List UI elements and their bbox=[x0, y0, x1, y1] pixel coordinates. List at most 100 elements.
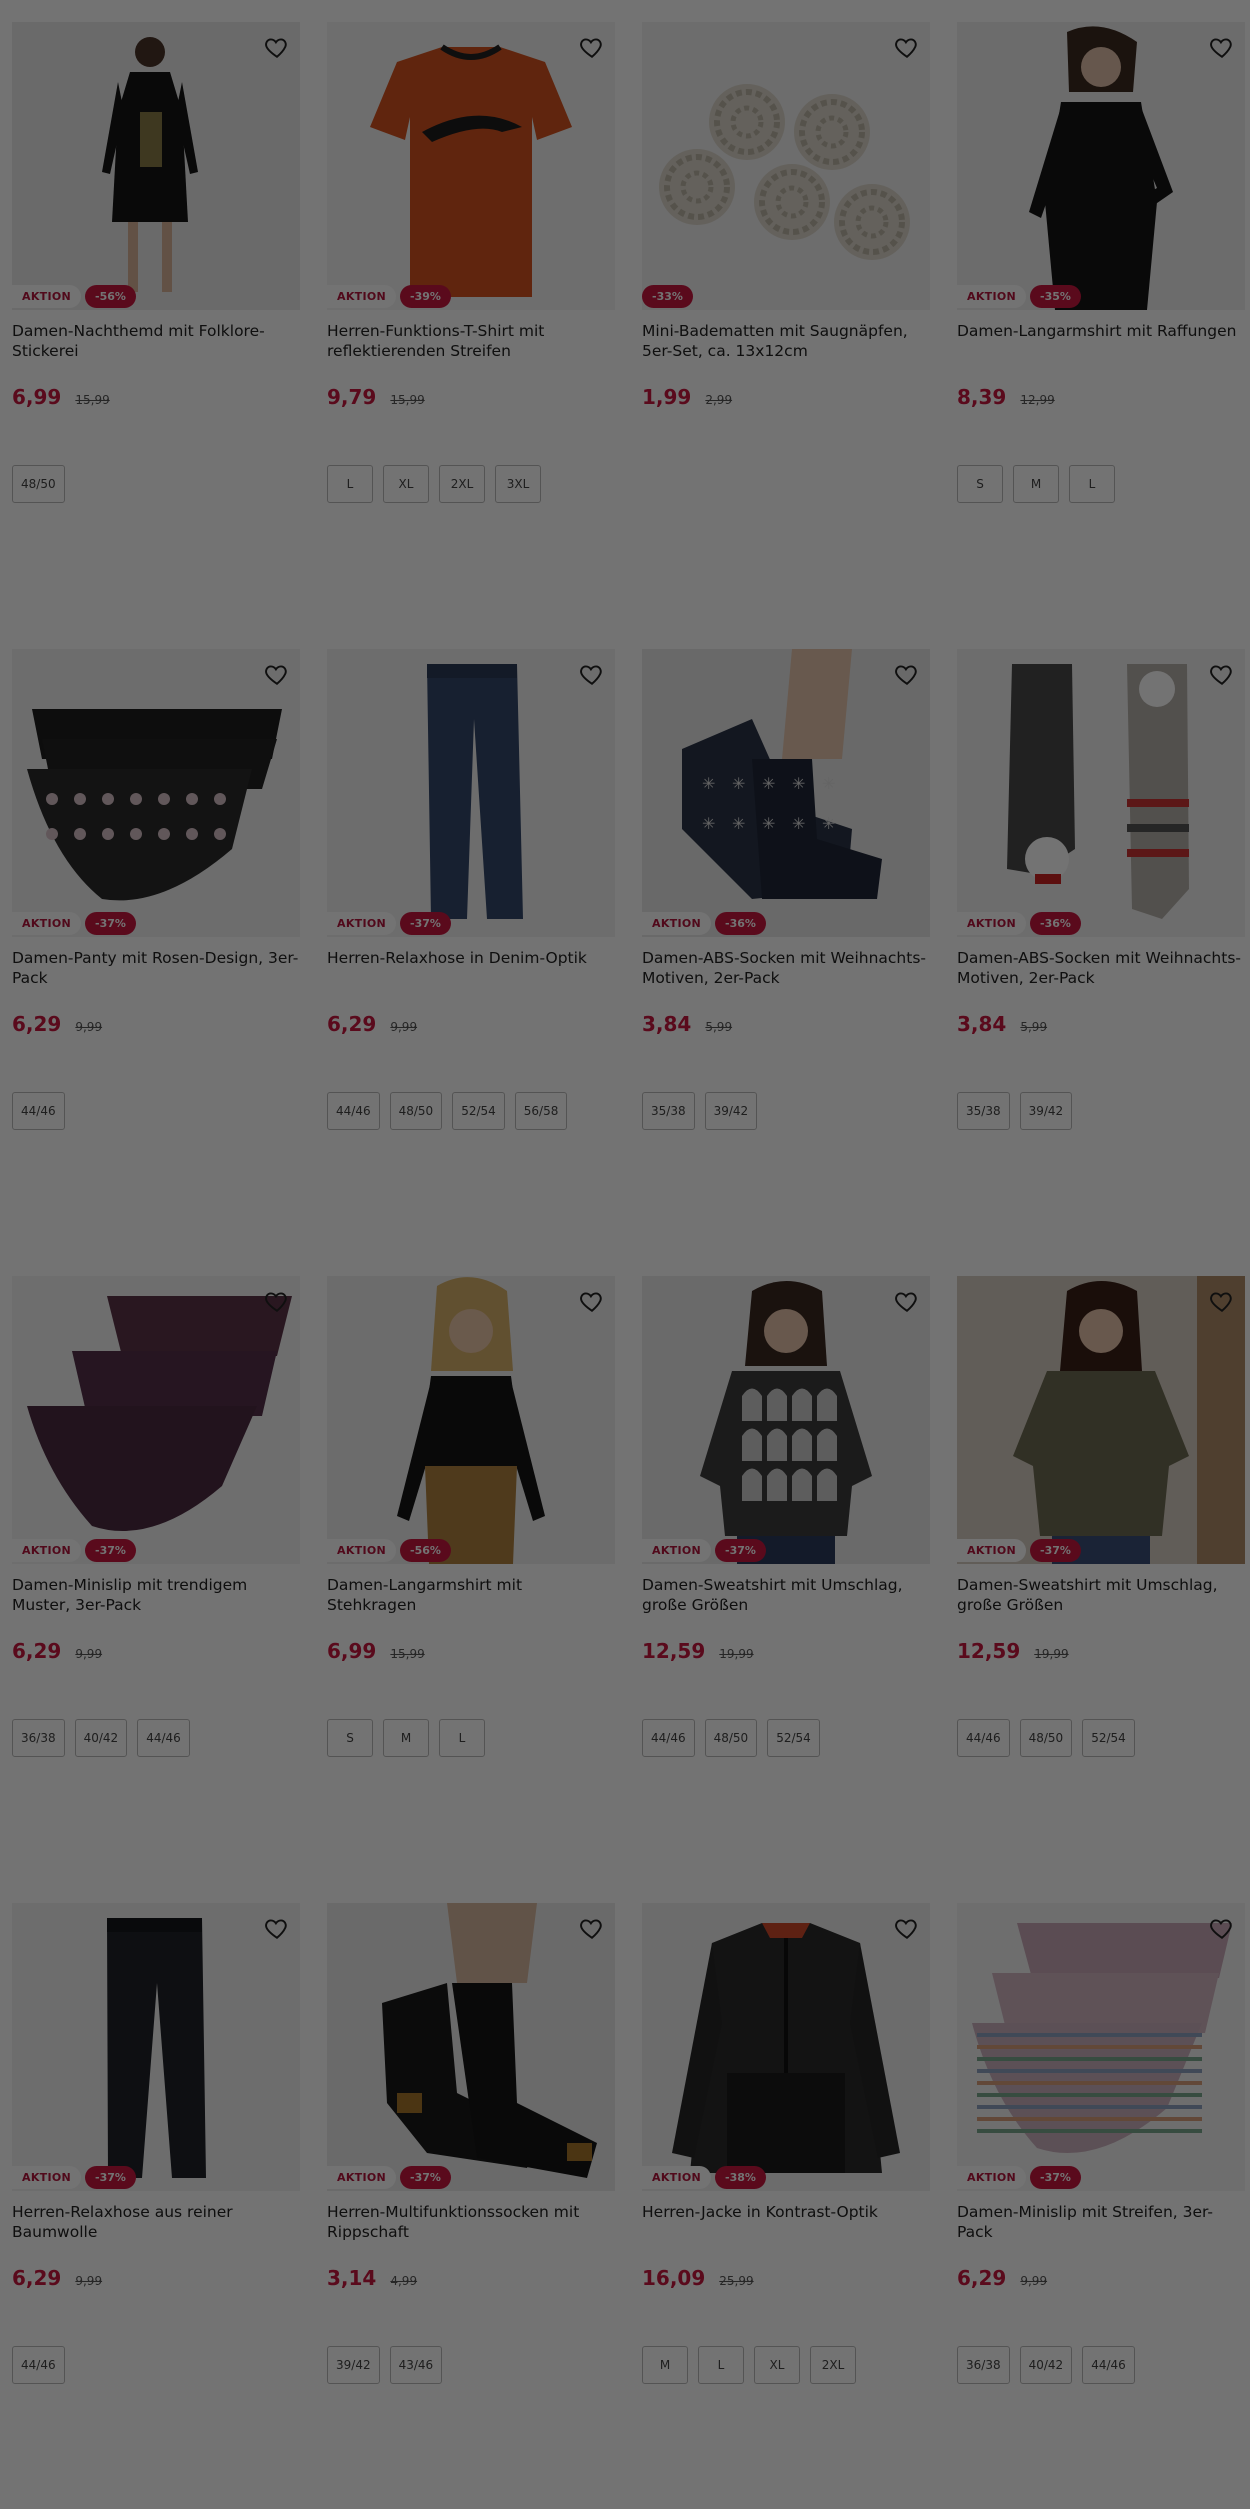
heart-icon[interactable] bbox=[579, 661, 605, 687]
product-title[interactable]: Damen-ABS-Socken mit Weihnachts-Motiven,… bbox=[642, 948, 930, 1008]
product-card[interactable]: AKTION -38% Herren-Jacke in Kontrast-Opt… bbox=[642, 1903, 930, 2509]
heart-icon[interactable] bbox=[894, 1915, 920, 1941]
size-option[interactable]: 44/46 bbox=[642, 1719, 695, 1757]
size-option[interactable]: 44/46 bbox=[12, 1092, 65, 1130]
size-option[interactable]: 52/54 bbox=[1082, 1719, 1135, 1757]
product-title[interactable]: Damen-Langarmshirt mit Raffungen bbox=[957, 321, 1245, 381]
size-option[interactable]: S bbox=[957, 465, 1003, 503]
product-image[interactable]: AKTION -37% bbox=[12, 649, 300, 937]
product-title[interactable]: Herren-Relaxhose in Denim-Optik bbox=[327, 948, 615, 1008]
heart-icon[interactable] bbox=[264, 1288, 290, 1314]
size-option[interactable]: M bbox=[1013, 465, 1059, 503]
product-card[interactable]: AKTION -37% Damen-Minislip mit Streifen,… bbox=[957, 1903, 1245, 2509]
size-option[interactable]: L bbox=[698, 2346, 744, 2384]
size-option[interactable]: 44/46 bbox=[327, 1092, 380, 1130]
product-card[interactable]: ✳ ✳ ✳ ✳ ✳ ✳ ✳ ✳ ✳ ✳ AKTION -36% Damen-ABS-Socken … bbox=[642, 649, 930, 1276]
product-title[interactable]: Damen-Minislip mit trendigem Muster, 3er… bbox=[12, 1575, 300, 1635]
heart-icon[interactable] bbox=[579, 1915, 605, 1941]
size-option[interactable]: 48/50 bbox=[1019, 1719, 1073, 1757]
size-option[interactable]: 39/42 bbox=[704, 1092, 758, 1130]
product-image[interactable]: AKTION -38% bbox=[642, 1903, 930, 2191]
size-option[interactable]: M bbox=[383, 1719, 429, 1757]
size-option[interactable]: XL bbox=[754, 2346, 800, 2384]
size-option[interactable]: S bbox=[327, 1719, 373, 1757]
product-card[interactable]: AKTION -37% Damen-Panty mit Rosen-Design… bbox=[12, 649, 300, 1276]
product-image[interactable]: AKTION -37% bbox=[12, 1903, 300, 2191]
product-image[interactable]: ✳ ✳ ✳ ✳ ✳ ✳ ✳ ✳ ✳ ✳ AKTION -36% bbox=[642, 649, 930, 937]
size-option[interactable]: 2XL bbox=[810, 2346, 856, 2384]
heart-icon[interactable] bbox=[264, 1915, 290, 1941]
size-option[interactable]: L bbox=[439, 1719, 485, 1757]
size-option[interactable]: 39/42 bbox=[1019, 1092, 1073, 1130]
heart-icon[interactable] bbox=[894, 661, 920, 687]
product-image[interactable]: AKTION -37% bbox=[642, 1276, 930, 1564]
heart-icon[interactable] bbox=[579, 34, 605, 60]
heart-icon[interactable] bbox=[1209, 34, 1235, 60]
product-title[interactable]: Herren-Relaxhose aus reiner Baumwolle bbox=[12, 2202, 300, 2262]
size-option[interactable]: L bbox=[327, 465, 373, 503]
size-option[interactable]: 44/46 bbox=[12, 2346, 65, 2384]
size-option[interactable]: 35/38 bbox=[642, 1092, 695, 1130]
product-title[interactable]: Herren-Funktions-T-Shirt mit reflektiere… bbox=[327, 321, 615, 381]
size-option[interactable]: 40/42 bbox=[1019, 2346, 1073, 2384]
size-option[interactable]: L bbox=[1069, 465, 1115, 503]
size-option[interactable]: XL bbox=[383, 465, 429, 503]
size-option[interactable]: M bbox=[642, 2346, 688, 2384]
size-option[interactable]: 40/42 bbox=[74, 1719, 128, 1757]
product-card[interactable]: AKTION -37% Damen-Minislip mit trendigem… bbox=[12, 1276, 300, 1903]
heart-icon[interactable] bbox=[264, 34, 290, 60]
heart-icon[interactable] bbox=[579, 1288, 605, 1314]
product-image[interactable]: AKTION -35% bbox=[957, 22, 1245, 310]
product-card[interactable]: AKTION -56% Damen-Nachthemd mit Folklore… bbox=[12, 22, 300, 649]
product-image[interactable]: AKTION -37% bbox=[327, 1903, 615, 2191]
product-image[interactable]: AKTION -37% bbox=[957, 1276, 1245, 1564]
size-option[interactable]: 56/58 bbox=[514, 1092, 568, 1130]
size-option[interactable]: 44/46 bbox=[137, 1719, 190, 1757]
size-option[interactable]: 3XL bbox=[495, 465, 541, 503]
product-title[interactable]: Mini-Badematten mit Saugnäpfen, 5er-Set,… bbox=[642, 321, 930, 381]
product-card[interactable]: AKTION -35% Damen-Langarmshirt mit Raffu… bbox=[957, 22, 1245, 649]
heart-icon[interactable] bbox=[894, 1288, 920, 1314]
product-card[interactable]: AKTION -37% Damen-Sweatshirt mit Umschla… bbox=[642, 1276, 930, 1903]
product-image[interactable]: AKTION -56% bbox=[12, 22, 300, 310]
product-card[interactable]: AKTION -37% Damen-Sweatshirt mit Umschla… bbox=[957, 1276, 1245, 1903]
size-option[interactable]: 2XL bbox=[439, 465, 485, 503]
size-option[interactable]: 44/46 bbox=[957, 1719, 1010, 1757]
product-card[interactable]: AKTION -37% Herren-Multifunktionssocken … bbox=[327, 1903, 615, 2509]
heart-icon[interactable] bbox=[894, 34, 920, 60]
heart-icon[interactable] bbox=[1209, 1915, 1235, 1941]
heart-icon[interactable] bbox=[264, 661, 290, 687]
product-title[interactable]: Damen-Langarmshirt mit Stehkragen bbox=[327, 1575, 615, 1635]
product-image[interactable]: -33% bbox=[642, 22, 930, 310]
product-title[interactable]: Damen-Minislip mit Streifen, 3er-Pack bbox=[957, 2202, 1245, 2262]
product-image[interactable]: AKTION -56% bbox=[327, 1276, 615, 1564]
size-option[interactable]: 48/50 bbox=[12, 465, 65, 503]
product-title[interactable]: Damen-Sweatshirt mit Umschlag, große Grö… bbox=[957, 1575, 1245, 1635]
heart-icon[interactable] bbox=[1209, 1288, 1235, 1314]
product-image[interactable]: AKTION -36% bbox=[957, 649, 1245, 937]
product-image[interactable]: AKTION -37% bbox=[12, 1276, 300, 1564]
product-image[interactable]: AKTION -39% bbox=[327, 22, 615, 310]
size-option[interactable]: 36/38 bbox=[957, 2346, 1010, 2384]
size-option[interactable]: 48/50 bbox=[704, 1719, 758, 1757]
heart-icon[interactable] bbox=[1209, 661, 1235, 687]
product-image[interactable]: AKTION -37% bbox=[957, 1903, 1245, 2191]
size-option[interactable]: 48/50 bbox=[389, 1092, 443, 1130]
size-option[interactable]: 52/54 bbox=[767, 1719, 820, 1757]
product-card[interactable]: AKTION -39% Herren-Funktions-T-Shirt mit… bbox=[327, 22, 615, 649]
size-option[interactable]: 39/42 bbox=[327, 2346, 380, 2384]
product-title[interactable]: Damen-Nachthemd mit Folklore-Stickerei bbox=[12, 321, 300, 381]
product-image[interactable]: AKTION -37% bbox=[327, 649, 615, 937]
product-title[interactable]: Damen-Panty mit Rosen-Design, 3er-Pack bbox=[12, 948, 300, 1008]
product-title[interactable]: Damen-Sweatshirt mit Umschlag, große Grö… bbox=[642, 1575, 930, 1635]
product-card[interactable]: AKTION -37% Herren-Relaxhose aus reiner … bbox=[12, 1903, 300, 2509]
product-card[interactable]: AKTION -36% Damen-ABS-Socken mit Weihnac… bbox=[957, 649, 1245, 1276]
product-card[interactable]: -33% Mini-Badematten mit Saugnäpfen, 5er… bbox=[642, 22, 930, 649]
product-card[interactable]: AKTION -37% Herren-Relaxhose in Denim-Op… bbox=[327, 649, 615, 1276]
product-title[interactable]: Herren-Multifunktionssocken mit Rippscha… bbox=[327, 2202, 615, 2262]
size-option[interactable]: 43/46 bbox=[389, 2346, 443, 2384]
product-title[interactable]: Herren-Jacke in Kontrast-Optik bbox=[642, 2202, 930, 2262]
size-option[interactable]: 44/46 bbox=[1082, 2346, 1135, 2384]
product-card[interactable]: AKTION -56% Damen-Langarmshirt mit Stehk… bbox=[327, 1276, 615, 1903]
product-title[interactable]: Damen-ABS-Socken mit Weihnachts-Motiven,… bbox=[957, 948, 1245, 1008]
